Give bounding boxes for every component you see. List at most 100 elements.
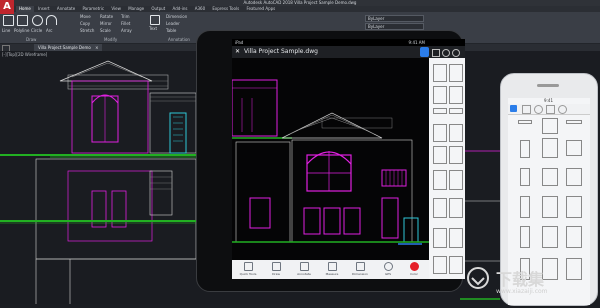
ipad-view-icon[interactable] xyxy=(442,49,450,57)
circle-tool-icon[interactable] xyxy=(32,15,43,26)
watermark-text: 下载集 xyxy=(496,270,545,289)
fillet-button[interactable]: Fillet xyxy=(121,21,130,26)
block-window-4[interactable] xyxy=(449,86,463,104)
block-door-4[interactable] xyxy=(449,198,463,218)
arc-tool-icon[interactable] xyxy=(46,15,57,25)
color-icon xyxy=(409,262,419,271)
polyline-tool-label: Polyline xyxy=(14,28,30,33)
window-title: Autodesk AutoCAD 2018 Villa Project Samp… xyxy=(243,0,357,5)
annotate-button[interactable]: Annotate xyxy=(290,261,318,276)
stretch-button[interactable]: Stretch xyxy=(80,28,94,33)
mirror-button[interactable]: Mirror xyxy=(100,21,112,26)
iphone-block-11[interactable] xyxy=(542,196,558,218)
panel-title-draw[interactable]: Draw xyxy=(26,37,36,42)
iphone-block-12[interactable] xyxy=(566,196,582,218)
scale-button[interactable]: Scale xyxy=(100,28,111,33)
iphone-grid-icon[interactable] xyxy=(546,105,555,114)
table-button[interactable]: Table xyxy=(166,28,176,33)
iphone-block-3[interactable] xyxy=(566,120,582,124)
annotate-icon xyxy=(299,262,309,271)
autocad-logo[interactable]: A xyxy=(0,0,14,14)
polyline-tool-icon[interactable] xyxy=(17,15,28,26)
iphone-block-10[interactable] xyxy=(520,196,530,218)
ipad-title-bar: ✕ Villa Project Sample.dwg xyxy=(232,46,465,58)
leader-button[interactable]: Leader xyxy=(166,21,180,26)
linetype-dropdown[interactable]: ByLayer xyxy=(365,23,424,30)
close-tab-icon[interactable]: × xyxy=(95,45,98,50)
measure-button[interactable]: Measure xyxy=(318,261,346,276)
text-tool-label: Text xyxy=(149,26,158,31)
block-sill-2[interactable] xyxy=(449,108,463,114)
block-window-8[interactable] xyxy=(449,146,463,164)
ipad-blocks-palette xyxy=(429,58,465,279)
document-tab-label: Villa Project Sample Demo xyxy=(38,45,91,50)
iphone-block-1[interactable] xyxy=(518,120,532,124)
trim-button[interactable]: Trim xyxy=(121,14,130,19)
document-tab[interactable]: Villa Project Sample Demo × xyxy=(34,44,103,51)
panel-title-modify[interactable]: Modify xyxy=(104,37,117,42)
iphone-speaker xyxy=(537,84,559,87)
block-door-1[interactable] xyxy=(433,170,447,190)
panel-title-annotation[interactable]: Annotation xyxy=(168,37,190,42)
viewport-label[interactable]: [-][Top][2D Wireframe] xyxy=(2,52,47,57)
ipad-layers-icon[interactable] xyxy=(432,49,440,57)
iphone-block-14[interactable] xyxy=(542,226,558,248)
iphone-block-2[interactable] xyxy=(542,118,558,134)
array-button[interactable]: Array xyxy=(121,28,132,33)
block-door-2[interactable] xyxy=(449,170,463,190)
iphone-expand-button[interactable] xyxy=(510,105,517,112)
block-door-3[interactable] xyxy=(433,198,447,218)
copy-button[interactable]: Copy xyxy=(80,21,90,26)
block-window-6[interactable] xyxy=(449,124,463,142)
ipad-drawing-canvas[interactable] xyxy=(232,58,429,260)
iphone-layers-icon[interactable] xyxy=(522,105,531,114)
iphone-view-icon[interactable] xyxy=(534,105,543,114)
text-tool-icon[interactable] xyxy=(150,15,160,25)
gps-icon xyxy=(383,262,393,271)
iphone-settings-icon[interactable] xyxy=(558,105,567,114)
ipad-bottom-toolbar: Quick Tools Draw Annotate Measure Dimens… xyxy=(232,260,429,279)
iphone-block-8[interactable] xyxy=(542,168,558,186)
block-window-2[interactable] xyxy=(449,64,463,82)
block-sill-1[interactable] xyxy=(433,108,447,114)
watermark-url: www.xiazaiji.com xyxy=(496,288,548,295)
gps-button[interactable]: GPS xyxy=(374,261,402,276)
layer-dropdown[interactable]: ByLayer xyxy=(365,15,424,22)
ipad-screen: iPad 9:41 AM ✕ Villa Project Sample.dwg xyxy=(232,39,465,279)
block-window-5[interactable] xyxy=(433,124,447,142)
measure-label: Measure xyxy=(325,272,339,276)
dimension-button[interactable]: Dimension xyxy=(166,14,187,19)
iphone-block-7[interactable] xyxy=(520,168,530,186)
iphone-block-15[interactable] xyxy=(566,226,582,248)
color-label: Color xyxy=(410,272,418,276)
ipad-file-title: Villa Project Sample.dwg xyxy=(244,48,318,55)
rotate-button[interactable]: Rotate xyxy=(100,14,113,19)
block-door-8[interactable] xyxy=(449,256,463,274)
circle-tool-label: Circle xyxy=(31,28,43,33)
line-tool-icon[interactable] xyxy=(3,15,14,26)
dimension-label: Dimension xyxy=(352,272,368,276)
block-window-1[interactable] xyxy=(433,64,447,82)
iphone-block-5[interactable] xyxy=(542,138,558,158)
ipad-close-icon[interactable]: ✕ xyxy=(235,46,240,58)
iphone-toolbar xyxy=(508,104,590,115)
site-watermark: 下载集 www.xiazaiji.com xyxy=(466,262,596,302)
color-button[interactable]: Color xyxy=(400,261,428,276)
block-door-5[interactable] xyxy=(433,228,447,248)
ipad-expand-button[interactable] xyxy=(420,47,429,57)
block-window-3[interactable] xyxy=(433,86,447,104)
iphone-block-4[interactable] xyxy=(520,140,530,158)
ipad-settings-icon[interactable] xyxy=(452,49,460,57)
ipad-status-left: iPad xyxy=(235,40,244,45)
move-button[interactable]: Move xyxy=(80,14,91,19)
draw-button[interactable]: Draw xyxy=(262,261,290,276)
block-door-7[interactable] xyxy=(433,256,447,274)
quick-tools-button[interactable]: Quick Tools xyxy=(234,261,262,276)
dimension-tool-button[interactable]: Dimension xyxy=(346,261,374,276)
iphone-block-13[interactable] xyxy=(520,226,530,248)
iphone-block-6[interactable] xyxy=(566,140,582,156)
iphone-block-9[interactable] xyxy=(566,168,582,186)
block-door-6[interactable] xyxy=(449,228,463,248)
block-window-7[interactable] xyxy=(433,146,447,164)
ipad-device: iPad 9:41 AM ✕ Villa Project Sample.dwg xyxy=(196,30,465,292)
